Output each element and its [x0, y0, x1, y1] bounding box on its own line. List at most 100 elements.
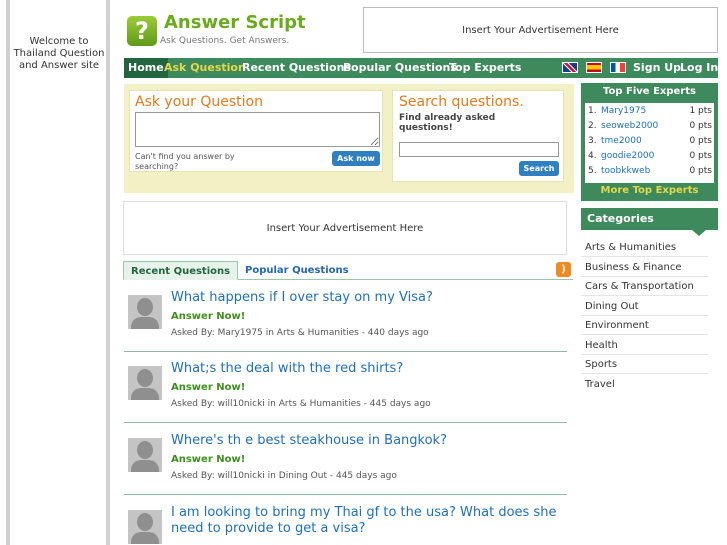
- nav-ask-question[interactable]: Ask Question: [164, 58, 246, 78]
- expert-rank: 3.: [588, 136, 597, 146]
- category-link[interactable]: Sports: [581, 355, 708, 374]
- question-meta: Asked By: will10nicki in Arts & Humaniti…: [171, 399, 431, 409]
- avatar: [128, 366, 162, 400]
- category-link[interactable]: Dining Out: [279, 471, 327, 481]
- question-item: I am looking to bring my Thai gf to the …: [124, 505, 567, 545]
- ask-help-text: Can't find you answer by searching?: [135, 152, 235, 171]
- expert-name-link[interactable]: seoweb2000: [601, 119, 658, 134]
- question-title[interactable]: I am looking to bring my Thai gf to the …: [171, 505, 561, 537]
- answer-now-link[interactable]: Answer Now!: [171, 311, 245, 322]
- question-age: - 440 days ago: [361, 328, 429, 338]
- question-item: What happens if I over stay on my Visa? …: [124, 290, 567, 352]
- avatar: [128, 510, 162, 544]
- asker-link[interactable]: Mary1975: [218, 328, 263, 338]
- asked-by-label: Asked By:: [171, 328, 215, 338]
- expert-row: 2. seoweb2000 0 pts: [588, 119, 712, 134]
- question-item: What;s the deal with the red shirts? Ans…: [124, 361, 567, 423]
- more-top-experts-link[interactable]: More Top Experts: [581, 185, 718, 196]
- expert-row: 1. Mary1975 1 pts: [588, 104, 712, 119]
- nav-sign-up[interactable]: Sign Up: [633, 58, 681, 78]
- logo-title: Answer Script: [164, 12, 306, 33]
- expert-name-link[interactable]: Mary1975: [601, 104, 646, 119]
- question-title[interactable]: Where's th e best steakhouse in Bangkok?: [171, 433, 561, 449]
- page: Welcome to Thailand Question and Answer …: [0, 0, 727, 545]
- expert-rank: 4.: [588, 151, 597, 161]
- search-input[interactable]: [399, 142, 559, 157]
- top-experts-list: 1. Mary1975 1 pts 2. seoweb2000 0 pts 3.…: [585, 103, 714, 183]
- asked-by-label: Asked By:: [171, 399, 215, 409]
- expert-rank: 1.: [588, 106, 597, 116]
- ask-now-button[interactable]: Ask now: [332, 151, 380, 166]
- categories-pointer-icon: [692, 230, 706, 236]
- answer-now-link[interactable]: Answer Now!: [171, 382, 245, 393]
- expert-points: 1 pts: [689, 106, 712, 116]
- category-link[interactable]: Environment: [581, 316, 708, 335]
- category-link[interactable]: Arts & Humanities: [581, 238, 708, 257]
- expert-name-link[interactable]: tme2000: [601, 134, 642, 149]
- question-title[interactable]: What;s the deal with the red shirts?: [171, 361, 561, 377]
- category-link[interactable]: Cars & Transportation: [581, 277, 708, 296]
- expert-points: 0 pts: [689, 166, 712, 176]
- site-logo[interactable]: ? Answer Script Ask Questions. Get Answe…: [127, 12, 347, 50]
- tab-recent-questions[interactable]: Recent Questions: [123, 261, 239, 280]
- spain-flag-icon[interactable]: [586, 62, 602, 73]
- asker-link[interactable]: will10nicki: [218, 471, 265, 481]
- question-item: Where's th e best steakhouse in Bangkok?…: [124, 433, 567, 495]
- nav-home[interactable]: Home: [124, 58, 168, 78]
- france-flag-icon[interactable]: [610, 62, 626, 73]
- header-advertisement[interactable]: Insert Your Advertisement Here: [363, 7, 718, 53]
- search-title: Search questions.: [399, 94, 524, 110]
- search-button[interactable]: Search: [519, 161, 559, 176]
- categories-title-text: Categories: [587, 212, 654, 225]
- nav-recent-questions[interactable]: Recent Questions: [242, 58, 351, 78]
- question-title[interactable]: What happens if I over stay on my Visa?: [171, 290, 561, 306]
- asked-by-label: Asked By:: [171, 471, 215, 481]
- expert-points: 0 pts: [689, 136, 712, 146]
- main-nav: Home Ask Question Recent Questions Popul…: [124, 58, 718, 78]
- category-link[interactable]: Arts & Humanities: [279, 399, 361, 409]
- categories-title: Categories: [581, 208, 718, 236]
- left-sidebar: [6, 0, 110, 545]
- answer-now-link[interactable]: Answer Now!: [171, 454, 245, 465]
- nav-top-experts[interactable]: Top Experts: [449, 58, 521, 78]
- category-link[interactable]: Travel: [581, 375, 708, 394]
- nav-popular-questions[interactable]: Popular Questions: [343, 58, 457, 78]
- expert-points: 0 pts: [689, 151, 712, 161]
- question-mark-icon: ?: [127, 16, 157, 46]
- in-label: in: [267, 471, 276, 481]
- question-tabs: Recent Questions Popular Questions ): [123, 261, 573, 280]
- top-experts-box: Top Five Experts 1. Mary1975 1 pts 2. se…: [581, 83, 718, 201]
- question-age: - 445 days ago: [329, 471, 397, 481]
- in-label: in: [265, 328, 274, 338]
- question-meta: Asked By: will10nicki in Dining Out - 44…: [171, 471, 397, 481]
- content-ad-text: Insert Your Advertisement Here: [266, 222, 424, 234]
- category-link[interactable]: Arts & Humanities: [277, 328, 359, 338]
- expert-name-link[interactable]: goodie2000: [601, 149, 654, 164]
- ask-question-textarea[interactable]: [135, 112, 380, 147]
- content-advertisement[interactable]: Insert Your Advertisement Here: [123, 201, 567, 255]
- ask-title: Ask your Question: [135, 94, 263, 110]
- expert-name-link[interactable]: toobkkweb: [601, 164, 650, 179]
- search-subtitle: Find already asked questions!: [399, 113, 496, 133]
- header-ad-text: Insert Your Advertisement Here: [462, 24, 619, 36]
- ask-search-box: Ask your Question Can't find you answer …: [124, 84, 574, 193]
- welcome-text: Welcome to Thailand Question and Answer …: [13, 36, 105, 71]
- expert-rank: 5.: [588, 166, 597, 176]
- uk-flag-icon[interactable]: [562, 62, 578, 73]
- category-link[interactable]: Business & Finance: [581, 258, 708, 277]
- ask-question-panel: Ask your Question Can't find you answer …: [129, 90, 383, 172]
- avatar: [128, 438, 162, 472]
- top-experts-title: Top Five Experts: [603, 86, 696, 97]
- category-link[interactable]: Dining Out: [581, 297, 708, 316]
- nav-log-in[interactable]: Log In: [680, 58, 718, 78]
- asker-link[interactable]: will10nicki: [218, 399, 265, 409]
- rss-icon[interactable]: ): [556, 262, 571, 277]
- category-link[interactable]: Health: [581, 336, 708, 355]
- expert-row: 5. toobkkweb 0 pts: [588, 164, 712, 179]
- tab-popular-questions[interactable]: Popular Questions: [245, 261, 349, 280]
- expert-row: 3. tme2000 0 pts: [588, 134, 712, 149]
- expert-rank: 2.: [588, 121, 597, 131]
- question-meta: Asked By: Mary1975 in Arts & Humanities …: [171, 328, 429, 338]
- avatar: [128, 295, 162, 329]
- expert-row: 4. goodie2000 0 pts: [588, 149, 712, 164]
